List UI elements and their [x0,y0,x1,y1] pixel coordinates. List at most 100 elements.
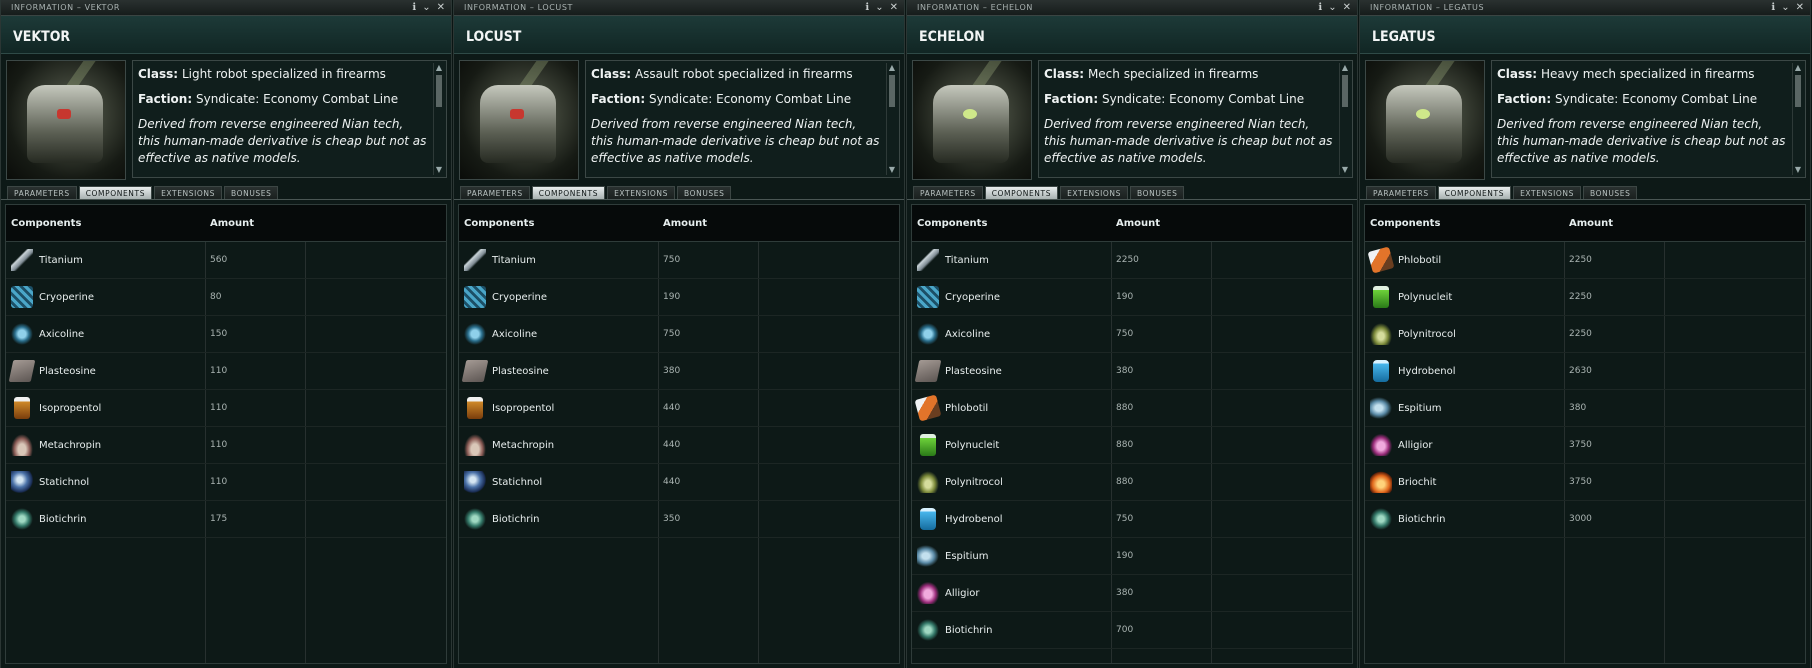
chevron-down-icon[interactable]: ⌄ [1781,2,1789,13]
chevron-down-icon[interactable]: ⌄ [875,2,883,13]
polynucleit-icon [920,434,936,456]
tab-components[interactable]: COMPONENTS [1437,186,1512,199]
window-titlebar[interactable]: INFORMATION – LOCUST ℹ ⌄ ✕ [454,0,904,16]
description-scrollbar[interactable]: ▲ ▼ [886,63,897,175]
column-components[interactable]: Components [6,218,206,229]
table-row[interactable]: Alligior 380 [912,575,1352,612]
table-row[interactable]: Polynucleit 2250 [1365,279,1805,316]
table-row[interactable]: Plasteosine 380 [459,353,899,390]
table-row[interactable]: Metachropin 110 [6,427,446,464]
close-icon[interactable]: ✕ [1343,2,1351,13]
table-row[interactable]: Axicoline 750 [459,316,899,353]
scroll-thumb[interactable] [436,75,442,107]
column-amount[interactable]: Amount [659,218,759,229]
table-row[interactable]: Alligior 3750 [1365,427,1805,464]
table-row[interactable]: Statichnol 110 [6,464,446,501]
scroll-thumb[interactable] [1795,75,1801,107]
tab-parameters[interactable]: PARAMETERS [460,186,530,199]
table-row[interactable]: Biotichrin 700 [912,612,1352,649]
table-row[interactable]: Axicoline 150 [6,316,446,353]
column-amount[interactable]: Amount [1112,218,1212,229]
description-scrollbar[interactable]: ▲ ▼ [1792,63,1803,175]
table-row[interactable]: Cryoperine 190 [459,279,899,316]
table-row[interactable]: Phlobotil 2250 [1365,242,1805,279]
info-icon[interactable]: ℹ [1318,2,1322,13]
tab-parameters[interactable]: PARAMETERS [7,186,77,199]
window-titlebar[interactable]: INFORMATION – VEKTOR ℹ ⌄ ✕ [1,0,451,16]
window-titlebar[interactable]: INFORMATION – LEGATUS ℹ ⌄ ✕ [1360,0,1810,16]
table-row[interactable]: Phlobotil 880 [912,390,1352,427]
table-row[interactable]: Isopropentol 440 [459,390,899,427]
titanium-icon [917,249,939,271]
info-window-locust: INFORMATION – LOCUST ℹ ⌄ ✕ LOCUST Class:… [453,0,905,668]
table-row[interactable]: Isopropentol 110 [6,390,446,427]
column-components[interactable]: Components [1365,218,1565,229]
tab-extensions[interactable]: EXTENSIONS [154,186,222,199]
table-row[interactable]: Biotichrin 175 [6,501,446,538]
close-icon[interactable]: ✕ [437,2,445,13]
tab-components[interactable]: COMPONENTS [984,186,1059,199]
column-components[interactable]: Components [459,218,659,229]
table-row[interactable]: Titanium 2250 [912,242,1352,279]
column-components[interactable]: Components [912,218,1112,229]
scroll-thumb[interactable] [889,75,895,107]
tab-extensions[interactable]: EXTENSIONS [1060,186,1128,199]
chevron-down-icon[interactable]: ⌄ [422,2,430,13]
table-row[interactable]: Cryoperine 80 [6,279,446,316]
scroll-up-icon[interactable]: ▲ [887,63,897,73]
table-row[interactable]: Metachropin 440 [459,427,899,464]
scroll-down-icon[interactable]: ▼ [1793,165,1803,175]
scroll-up-icon[interactable]: ▲ [1340,63,1350,73]
component-amount: 880 [1116,403,1134,413]
table-row[interactable]: Hydrobenol 2630 [1365,353,1805,390]
close-icon[interactable]: ✕ [1796,2,1804,13]
tab-bonuses[interactable]: BONUSES [1130,186,1185,199]
info-tabs: PARAMETERS COMPONENTS EXTENSIONS BONUSES [907,184,1357,200]
window-titlebar[interactable]: INFORMATION – ECHELON ℹ ⌄ ✕ [907,0,1357,16]
info-icon[interactable]: ℹ [865,2,869,13]
table-row[interactable]: Polynitrocol 2250 [1365,316,1805,353]
scroll-thumb[interactable] [1342,75,1348,107]
scroll-down-icon[interactable]: ▼ [887,165,897,175]
scroll-up-icon[interactable]: ▲ [1793,63,1803,73]
table-row[interactable]: Statichnol 440 [459,464,899,501]
tab-components[interactable]: COMPONENTS [531,186,606,199]
table-row[interactable]: Biotichrin 350 [459,501,899,538]
table-row[interactable]: Briochit 3750 [1365,464,1805,501]
component-name: Biotichrin [39,513,87,525]
scroll-up-icon[interactable]: ▲ [434,63,444,73]
table-row[interactable]: Espitium 380 [1365,390,1805,427]
tab-extensions[interactable]: EXTENSIONS [1513,186,1581,199]
table-row[interactable]: Espitium 190 [912,538,1352,575]
table-row[interactable]: Biotichrin 3000 [1365,501,1805,538]
tab-bonuses[interactable]: BONUSES [224,186,279,199]
tab-parameters[interactable]: PARAMETERS [1366,186,1436,199]
scroll-down-icon[interactable]: ▼ [1340,165,1350,175]
table-row[interactable]: Titanium 560 [6,242,446,279]
table-row[interactable]: Plasteosine 110 [6,353,446,390]
table-row[interactable]: Polynitrocol 880 [912,464,1352,501]
table-row[interactable]: Hydrobenol 750 [912,501,1352,538]
tab-bonuses[interactable]: BONUSES [1583,186,1638,199]
chevron-down-icon[interactable]: ⌄ [1328,2,1336,13]
tab-parameters[interactable]: PARAMETERS [913,186,983,199]
tab-extensions[interactable]: EXTENSIONS [607,186,675,199]
table-row[interactable]: Plasteosine 380 [912,353,1352,390]
tab-bonuses[interactable]: BONUSES [677,186,732,199]
scroll-down-icon[interactable]: ▼ [434,165,444,175]
table-row[interactable]: Polynucleit 880 [912,427,1352,464]
table-row[interactable]: Axicoline 750 [912,316,1352,353]
description-scrollbar[interactable]: ▲ ▼ [1339,63,1350,175]
tab-components[interactable]: COMPONENTS [78,186,153,199]
titanium-icon [464,249,486,271]
biotichrin-icon [917,619,939,641]
axicoline-icon [917,323,939,345]
column-amount[interactable]: Amount [1565,218,1665,229]
column-amount[interactable]: Amount [206,218,306,229]
info-icon[interactable]: ℹ [412,2,416,13]
description-scrollbar[interactable]: ▲ ▼ [433,63,444,175]
table-row[interactable]: Cryoperine 190 [912,279,1352,316]
table-row[interactable]: Titanium 750 [459,242,899,279]
close-icon[interactable]: ✕ [890,2,898,13]
info-icon[interactable]: ℹ [1771,2,1775,13]
